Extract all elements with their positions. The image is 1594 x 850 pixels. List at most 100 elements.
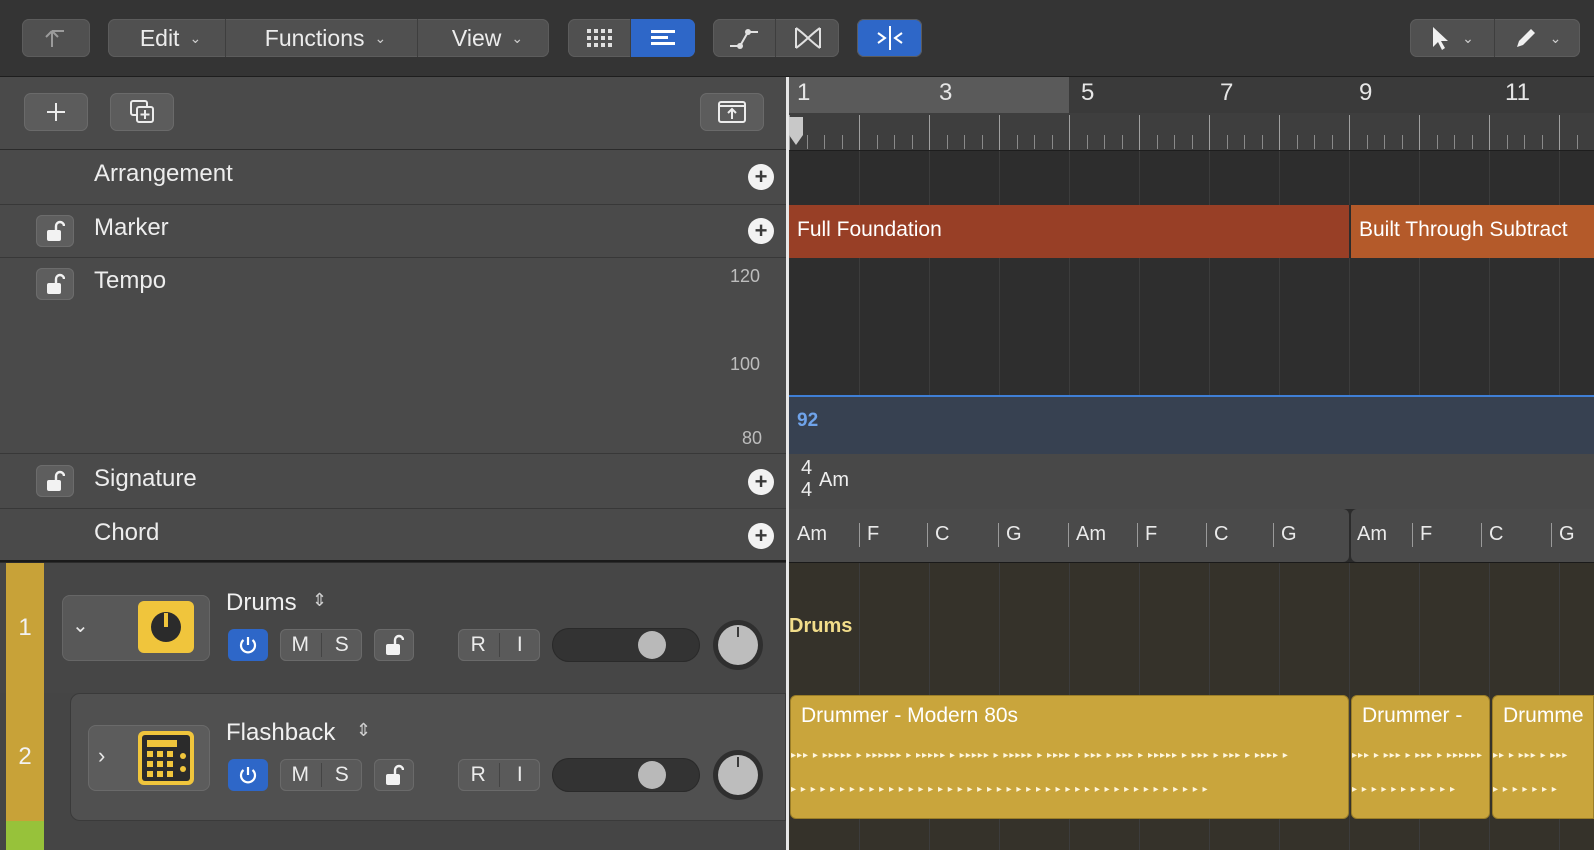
arrangement-track-header[interactable]: Arrangement +	[0, 150, 786, 205]
duplicate-track-button[interactable]	[110, 93, 174, 131]
marker-lock-button[interactable]	[36, 215, 74, 247]
bar-ruler[interactable]: 1 3 5 7 9 11	[789, 77, 1594, 151]
chord-name[interactable]: Am	[1357, 523, 1387, 546]
ruler-tick	[1261, 135, 1263, 149]
drums-track-lane[interactable]: Drums	[789, 563, 1594, 694]
chord-lane[interactable]: Am F C G Am F C G Am F C G	[789, 509, 1594, 564]
drummer-region[interactable]: Drummer - ▸▸▸ ▸ ▸▸▸ ▸ ▸▸▸ ▸ ▸▸▸▸▸▸ ▸ ▸ ▸…	[1351, 695, 1490, 819]
snap-button[interactable]	[857, 19, 922, 57]
grid-view-button[interactable]	[568, 19, 631, 57]
track-name[interactable]: Drums	[226, 589, 297, 617]
record-enable-button[interactable]: R	[458, 763, 500, 787]
time-signature-top: 4	[801, 457, 813, 479]
ruler-tick	[1034, 135, 1035, 149]
tempo-track-header[interactable]: Tempo 120 100 80	[0, 258, 786, 454]
marker-track-header[interactable]: Marker +	[0, 205, 786, 258]
volume-fader[interactable]	[552, 758, 700, 792]
input-monitor-button[interactable]: I	[500, 763, 541, 787]
cycle-region[interactable]	[789, 77, 1069, 113]
bar-number: 11	[1505, 79, 1530, 106]
track-icon-area[interactable]: ›	[88, 725, 210, 791]
tempo-lock-button[interactable]	[36, 268, 74, 300]
track-on-button[interactable]	[228, 759, 268, 791]
volume-fader[interactable]	[552, 628, 700, 662]
ruler-tick	[1454, 135, 1455, 149]
track-icon-area[interactable]: ⌄	[62, 595, 210, 661]
track-header-flashback[interactable]: 2 › Flashback ⇕ M S R I	[0, 693, 786, 850]
chord-name[interactable]: G	[1281, 523, 1297, 546]
flex-button[interactable]	[776, 19, 839, 57]
mute-button[interactable]: M	[280, 763, 322, 787]
track-lock-button[interactable]	[374, 629, 414, 661]
signature-track-header[interactable]: Signature +	[0, 454, 786, 509]
ruler-tick	[1121, 135, 1123, 149]
mute-button[interactable]: M	[280, 633, 322, 657]
input-monitor-button[interactable]: I	[500, 633, 541, 657]
bar-gridline	[929, 151, 930, 205]
back-button[interactable]	[22, 19, 90, 57]
playhead-line[interactable]	[786, 77, 789, 850]
chord-region[interactable]	[1351, 509, 1594, 562]
up-down-chevron-icon[interactable]: ⇕	[356, 720, 371, 741]
solo-button[interactable]: S	[322, 763, 363, 787]
edit-menu[interactable]: Edit ⌄	[108, 19, 226, 57]
pointer-tool-button[interactable]: ⌄	[1410, 19, 1495, 57]
chord-name[interactable]: C	[935, 523, 949, 546]
chord-name[interactable]: Am	[797, 523, 827, 546]
pan-knob[interactable]	[718, 755, 758, 795]
chord-name[interactable]: C	[1214, 523, 1228, 546]
playhead-handle[interactable]	[787, 115, 807, 149]
volume-fader-knob[interactable]	[638, 631, 666, 659]
track-lock-button[interactable]	[374, 759, 414, 791]
region-title: Drummer - Modern 80s	[801, 704, 1019, 727]
pencil-tool-button[interactable]: ⌄	[1495, 19, 1580, 57]
ruler-tick	[1349, 115, 1350, 150]
track-header-drums[interactable]: 1 ⌄ Drums ⇕ M S R I	[0, 563, 786, 693]
add-chord-button[interactable]: +	[748, 523, 774, 549]
ruler-tick	[964, 135, 965, 149]
track-name[interactable]: Flashback	[226, 719, 335, 747]
marker-built-through-subtract[interactable]: Built Through Subtract	[1350, 205, 1594, 258]
functions-menu[interactable]: Functions ⌄	[226, 19, 418, 57]
chord-name[interactable]: G	[1559, 523, 1575, 546]
disclosure-chevron-right-icon[interactable]: ›	[98, 743, 105, 769]
record-enable-button[interactable]: R	[458, 633, 500, 657]
flashback-track-lane[interactable]: Drummer - Modern 80s ▸▸▸ ▸ ▸▸▸▸▸ ▸ ▸▸▸▸▸…	[789, 693, 1594, 850]
solo-button[interactable]: S	[322, 633, 363, 657]
track-on-button[interactable]	[228, 629, 268, 661]
plus-icon	[47, 103, 65, 121]
chord-name[interactable]: Am	[1076, 523, 1106, 546]
add-track-button[interactable]	[24, 93, 88, 131]
signature-lane[interactable]: 4 4 Am	[789, 454, 1594, 510]
tempo-lane[interactable]: 92	[789, 258, 1594, 456]
pan-knob[interactable]	[718, 625, 758, 665]
bar-gridline	[1139, 151, 1140, 205]
global-tracks-button[interactable]	[700, 93, 764, 131]
chord-name[interactable]: F	[867, 523, 879, 546]
automation-button[interactable]	[713, 19, 776, 57]
chord-name[interactable]: F	[1420, 523, 1432, 546]
chord-name[interactable]: G	[1006, 523, 1022, 546]
up-down-chevron-icon[interactable]: ⇕	[312, 590, 327, 611]
drum-kit-icon	[138, 601, 194, 653]
ruler-tick	[1104, 135, 1105, 149]
add-arrangement-button[interactable]: +	[748, 164, 774, 190]
chord-track-header[interactable]: Chord +	[0, 509, 786, 562]
disclosure-chevron-down-icon[interactable]: ⌄	[72, 613, 89, 638]
marker-full-foundation[interactable]: Full Foundation	[789, 205, 1349, 259]
drummer-region[interactable]: Drumme ▸▸ ▸ ▸▸▸ ▸ ▸▸▸ ▸ ▸ ▸ ▸ ▸ ▸ ▸	[1492, 695, 1594, 819]
add-signature-button[interactable]: +	[748, 469, 774, 495]
unlock-icon	[386, 634, 404, 655]
view-menu[interactable]: View ⌄	[418, 19, 549, 57]
volume-fader-knob[interactable]	[638, 761, 666, 789]
chord-name[interactable]: F	[1145, 523, 1157, 546]
chord-separator	[1481, 523, 1482, 547]
signature-lock-button[interactable]	[36, 465, 74, 497]
marker-lane[interactable]: Full Foundation Built Through Subtract	[789, 205, 1594, 259]
chord-name[interactable]: C	[1489, 523, 1503, 546]
list-view-button[interactable]	[631, 19, 695, 57]
add-marker-button[interactable]: +	[748, 218, 774, 244]
drummer-region[interactable]: Drummer - Modern 80s ▸▸▸ ▸ ▸▸▸▸▸ ▸ ▸▸▸▸▸…	[790, 695, 1349, 819]
arrangement-lane[interactable]	[789, 151, 1594, 206]
ruler-tick	[1016, 135, 1018, 149]
